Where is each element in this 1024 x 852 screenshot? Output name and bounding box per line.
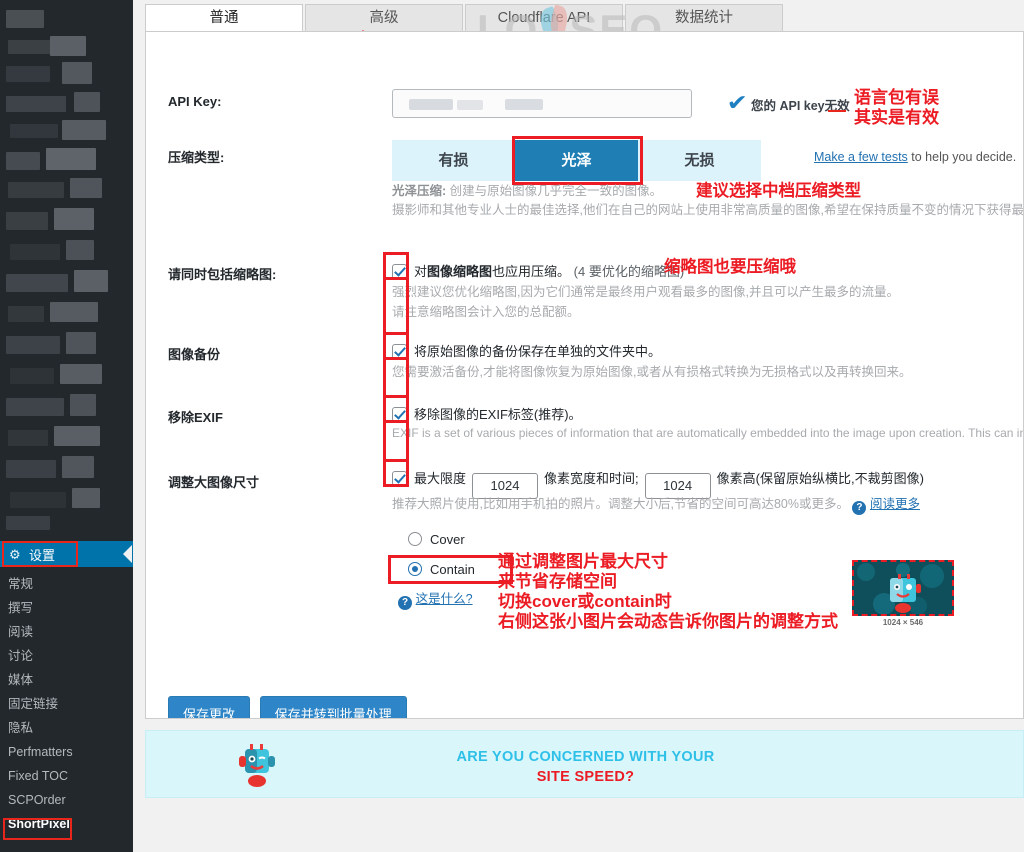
make-a-few-tests-link[interactable]: Make a few tests [814, 150, 908, 164]
fit-option-cover[interactable]: Cover [408, 532, 465, 547]
main-content: 普通 高级 Cloudflare API 数据统计 LOXSEO API Key… [133, 0, 1024, 852]
resize-suffix-label: 像素高(保留原始纵横比,不裁剪图像) [716, 471, 924, 486]
question-mark-icon-2[interactable]: ? [398, 596, 412, 610]
settings-gear-icon: ⚙ [9, 546, 21, 562]
sidebar-item-permalinks[interactable]: 固定链接 [0, 692, 133, 716]
compression-desc-rest: 创建与原始图像几乎完全一致的图像。 [446, 184, 663, 198]
annotation-underline-status [828, 110, 846, 112]
what-is-this-link[interactable]: 这是什么? [416, 592, 473, 606]
check-mark-icon: ✔ [726, 90, 748, 115]
exif-checkbox-row[interactable]: 移除图像的EXIF标签(推荐)。 [392, 404, 582, 423]
compression-type-selector[interactable]: 有损 光泽 无损 [392, 140, 761, 181]
settings-tabs: 普通 高级 Cloudflare API 数据统计 [145, 4, 785, 32]
backup-checkbox-row[interactable]: 将原始图像的备份保存在单独的文件夹中。 [392, 341, 661, 360]
annotation-api-key-note: 语言包有误 其实是有效 [854, 88, 939, 128]
sidebar-item-shortpixel[interactable]: ShortPixel [0, 812, 133, 836]
sidebar-item-privacy[interactable]: 隐私 [0, 716, 133, 740]
compression-desc-line2: 摄影师和其他专业人士的最佳选择,他们在自己的网站上使用非常高质量的图像,希望在保… [392, 203, 1024, 217]
sidebar-item-perfmatters[interactable]: Perfmatters [0, 740, 133, 764]
compression-option-glossy[interactable]: 光泽 [515, 140, 638, 181]
exif-desc-line1: EXIF is a set of various pieces of infor… [392, 426, 1024, 440]
resize-label: 调整大图像尺寸 [168, 475, 260, 490]
api-key-label: API Key: [168, 94, 222, 109]
compression-type-label: 压缩类型: [168, 150, 225, 165]
sidebar-active-arrow [123, 545, 132, 563]
sidebar-submenu: 常规 撰写 阅读 讨论 媒体 固定链接 隐私 Perfmatters Fixed… [0, 572, 133, 836]
what-is-this-row[interactable]: ? 这是什么? [398, 588, 473, 610]
promo-banner[interactable]: ARE YOU CONCERNED WITH YOUR SITE SPEED? [145, 730, 1024, 798]
exif-checkbox[interactable] [392, 407, 407, 422]
compression-option-lossy[interactable]: 有损 [392, 140, 515, 181]
read-more-link[interactable]: 阅读更多 [870, 497, 920, 511]
tab-advanced[interactable]: 高级 [305, 4, 463, 32]
annotation-resize-note: 通过调整图片最大尺寸 来节省存储空间 切换cover或contain时 右侧这张… [498, 552, 838, 632]
exif-label: 移除EXIF [168, 410, 223, 425]
exif-checkbox-label: 移除图像的EXIF标签(推荐)。 [414, 407, 582, 422]
sidebar-item-writing[interactable]: 撰写 [0, 596, 133, 620]
cover-radio[interactable] [408, 532, 422, 546]
sidebar-item-reading[interactable]: 阅读 [0, 620, 133, 644]
preview-size-label: 1024 × 546 [882, 618, 924, 627]
sidebar-item-settings-label: 设置 [29, 547, 56, 563]
resize-middle-label: 像素宽度和时间; [544, 471, 639, 486]
annotation-thumbnail-note: 缩略图也要压缩哦 [664, 258, 796, 276]
save-and-bulk-button[interactable]: 保存并转到批量处理 [259, 696, 407, 718]
thumbnails-checkbox-row[interactable]: 对图像缩略图也应用压缩。 (4 要优化的缩略图) [392, 261, 684, 280]
sidebar-item-scporder[interactable]: SCPOrder [0, 788, 133, 812]
compression-desc-line1: 光泽压缩: 创建与原始图像几乎完全一致的图像。 [392, 182, 662, 201]
backup-checkbox[interactable] [392, 344, 407, 359]
sidebar-item-fixed-toc[interactable]: Fixed TOC [0, 764, 133, 788]
sidebar-item-general[interactable]: 常规 [0, 572, 133, 596]
cover-label: Cover [430, 532, 465, 547]
backup-label: 图像备份 [168, 347, 221, 362]
sidebar-item-settings[interactable]: ⚙ 设置 [0, 541, 133, 567]
app-root: ⚙ 设置 常规 撰写 阅读 讨论 媒体 固定链接 隐私 Perfmatters … [0, 0, 1024, 852]
sidebar-item-media[interactable]: 媒体 [0, 668, 133, 692]
resize-prefix-label: 最大限度 [414, 471, 467, 486]
banner-line-2: SITE SPEED? [536, 769, 635, 785]
admin-sidebar: ⚙ 设置 常规 撰写 阅读 讨论 媒体 固定链接 隐私 Perfmatters … [0, 0, 133, 852]
settings-panel: API Key: ✔ 您的 API key无效 语言包有误 其实是有效 压缩类型… [145, 31, 1024, 719]
question-mark-icon[interactable]: ? [852, 501, 867, 515]
make-tests-rest: to help you decide. [907, 150, 1017, 164]
contain-label: Contain [430, 562, 475, 577]
resize-desc-line1: 推荐大照片使用,比如用手机拍的照片。调整大小后,节省的空间可高达80%或更多。 … [392, 497, 920, 515]
backup-checkbox-label: 将原始图像的备份保存在单独的文件夹中。 [414, 344, 662, 359]
sidebar-blurred-region [0, 0, 133, 535]
make-tests-hint: Make a few tests to help you decide. [814, 150, 1016, 164]
compression-desc-strong: 光泽压缩: [392, 184, 447, 198]
banner-line-1: ARE YOU CONCERNED WITH YOUR [456, 749, 715, 765]
tab-statistics[interactable]: 数据统计 [625, 4, 783, 32]
form-actions: 保存更改 保存并转到批量处理 [168, 696, 407, 718]
tab-general[interactable]: 普通 [145, 4, 303, 32]
compression-option-lossless[interactable]: 无损 [638, 140, 761, 181]
sidebar-item-discussion[interactable]: 讨论 [0, 644, 133, 668]
backup-desc-line1: 您需要激活备份,才能将图像恢复为原始图像,或者从有损格式转换为无损格式以及再转换… [392, 365, 912, 379]
thumbnails-checkbox[interactable] [392, 264, 407, 279]
api-key-input[interactable] [392, 89, 692, 118]
save-button[interactable]: 保存更改 [168, 696, 251, 718]
thumbnails-desc-line2: 请注意缩略图会计入您的总配额。 [392, 305, 580, 319]
resize-preview-image [852, 560, 954, 616]
thumbnails-desc-line1: 强烈建议您优化缩略图,因为它们通常是最终用户观看最多的图像,并且可以产生最多的流… [392, 285, 899, 299]
banner-text: ARE YOU CONCERNED WITH YOUR SITE SPEED? [146, 747, 1023, 787]
contain-radio[interactable] [408, 562, 422, 576]
fit-option-contain[interactable]: Contain [408, 562, 475, 577]
thumbnails-label: 请同时包括缩略图: [168, 267, 277, 282]
resize-checkbox[interactable] [392, 471, 407, 486]
thumbnails-checkbox-label: 对图像缩略图也应用压缩。 (4 要优化的缩略图) [414, 264, 685, 279]
annotation-compression-note: 建议选择中档压缩类型 [696, 182, 861, 200]
